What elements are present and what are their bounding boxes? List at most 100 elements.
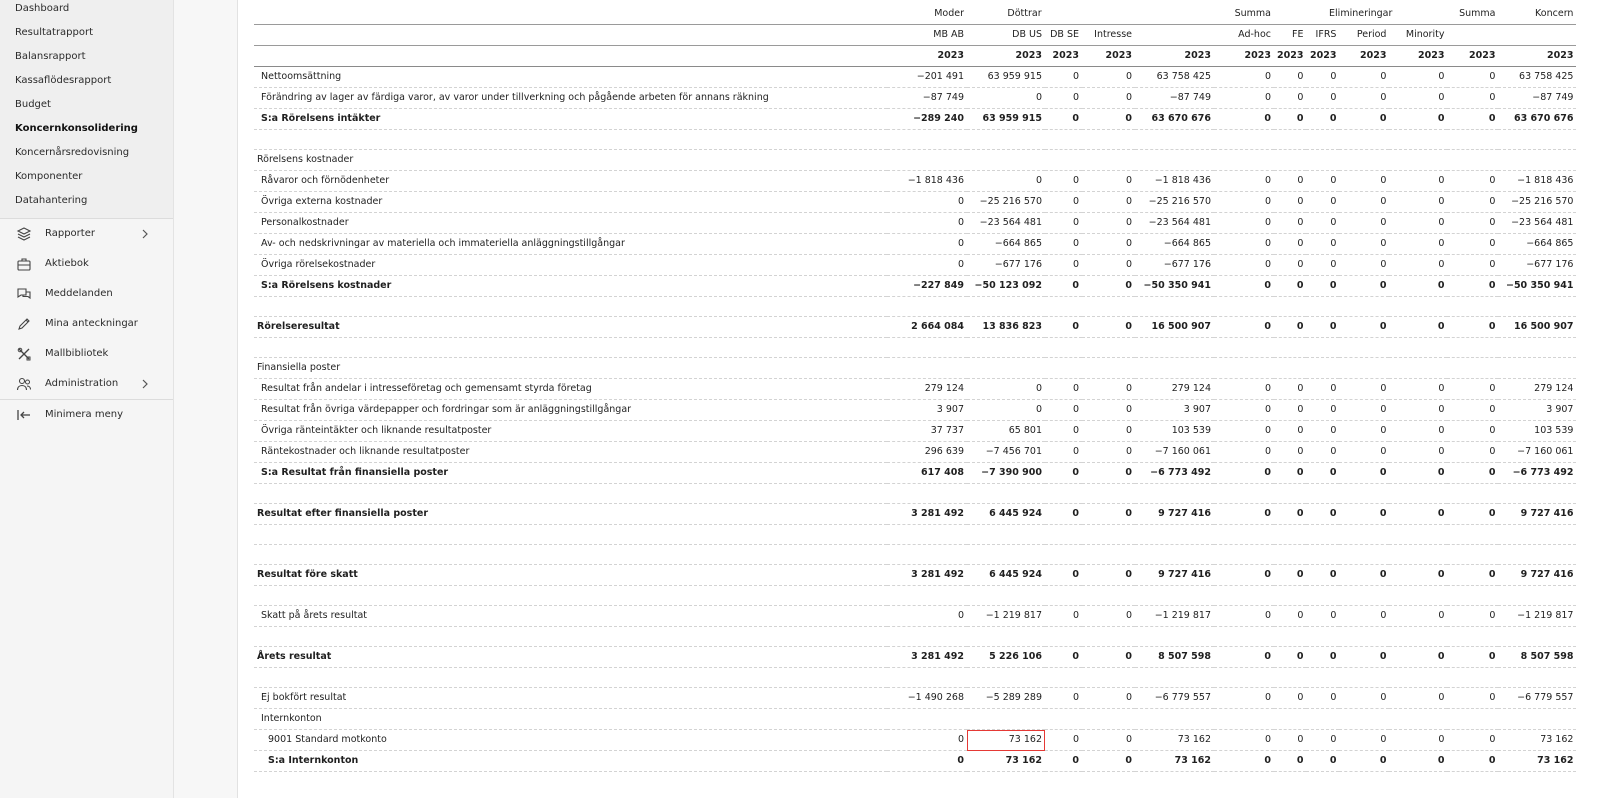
value-cell[interactable]: 0 bbox=[1306, 687, 1340, 709]
value-cell[interactable]: 0 bbox=[1306, 646, 1340, 668]
value-cell[interactable]: −23 564 481 bbox=[1498, 212, 1577, 234]
value-cell[interactable]: 0 bbox=[1274, 66, 1307, 88]
value-cell[interactable]: 6 445 924 bbox=[967, 564, 1045, 586]
value-cell[interactable]: 0 bbox=[1274, 108, 1307, 130]
value-cell[interactable]: −1 219 817 bbox=[967, 605, 1045, 627]
value-cell[interactable]: 0 bbox=[1339, 399, 1390, 421]
value-cell[interactable]: −6 773 492 bbox=[1135, 462, 1214, 484]
value-cell[interactable]: 0 bbox=[1447, 420, 1499, 442]
value-cell[interactable]: 0 bbox=[1447, 233, 1499, 255]
value-cell[interactable]: −87 749 bbox=[887, 87, 967, 109]
value-cell[interactable]: 0 bbox=[1082, 462, 1135, 484]
value-cell[interactable]: −6 773 492 bbox=[1498, 462, 1577, 484]
value-cell[interactable]: 0 bbox=[1447, 108, 1499, 130]
value-cell[interactable]: 0 bbox=[1274, 275, 1307, 297]
value-cell[interactable]: 0 bbox=[1447, 378, 1499, 400]
value-cell[interactable]: −664 865 bbox=[1135, 233, 1214, 255]
value-cell[interactable]: 0 bbox=[1082, 420, 1135, 442]
value-cell[interactable]: 0 bbox=[1339, 378, 1390, 400]
value-cell[interactable]: 0 bbox=[1306, 750, 1340, 772]
value-cell[interactable]: 0 bbox=[967, 87, 1045, 109]
value-cell[interactable]: 0 bbox=[1214, 441, 1274, 463]
value-cell[interactable]: −289 240 bbox=[887, 108, 967, 130]
submenu-item-budget[interactable]: Budget bbox=[15, 99, 51, 110]
value-cell[interactable]: 0 bbox=[1274, 462, 1307, 484]
value-cell[interactable]: 0 bbox=[1045, 191, 1082, 213]
nav-item-mina-anteckningar[interactable]: Mina anteckningar bbox=[0, 314, 173, 336]
value-cell[interactable]: 0 bbox=[1082, 729, 1135, 751]
value-cell[interactable]: 0 bbox=[1389, 687, 1448, 709]
value-cell[interactable]: 65 801 bbox=[967, 420, 1045, 442]
value-cell[interactable]: 0 bbox=[1447, 750, 1499, 772]
value-cell[interactable]: 0 bbox=[1447, 462, 1499, 484]
value-cell[interactable]: 0 bbox=[1339, 212, 1390, 234]
value-cell[interactable]: 0 bbox=[1082, 564, 1135, 586]
value-cell[interactable]: −23 564 481 bbox=[967, 212, 1045, 234]
value-cell[interactable]: 0 bbox=[1045, 687, 1082, 709]
value-cell[interactable]: 73 162 bbox=[1498, 750, 1577, 772]
value-cell[interactable]: 0 bbox=[1339, 66, 1390, 88]
value-cell[interactable]: −201 491 bbox=[887, 66, 967, 88]
submenu-item-komponenter[interactable]: Komponenter bbox=[15, 171, 82, 182]
value-cell[interactable]: −50 350 941 bbox=[1498, 275, 1577, 297]
value-cell[interactable]: 0 bbox=[1389, 316, 1448, 338]
value-cell[interactable]: 0 bbox=[1045, 87, 1082, 109]
value-cell[interactable]: 0 bbox=[1274, 87, 1307, 109]
value-cell[interactable]: 0 bbox=[1389, 441, 1448, 463]
value-cell[interactable]: 0 bbox=[1306, 254, 1340, 276]
value-cell[interactable]: 0 bbox=[1045, 462, 1082, 484]
value-cell[interactable]: 0 bbox=[1447, 254, 1499, 276]
submenu-item-koncernårsredovisning[interactable]: Koncernårsredovisning bbox=[15, 147, 129, 158]
value-cell[interactable]: 0 bbox=[1045, 564, 1082, 586]
value-cell[interactable]: 0 bbox=[1082, 605, 1135, 627]
value-cell[interactable]: 0 bbox=[1339, 605, 1390, 627]
value-cell[interactable]: 0 bbox=[1274, 170, 1307, 192]
value-cell[interactable]: 0 bbox=[1274, 316, 1307, 338]
value-cell[interactable]: 103 539 bbox=[1498, 420, 1577, 442]
value-cell[interactable]: −677 176 bbox=[967, 254, 1045, 276]
value-cell[interactable]: 0 bbox=[1306, 66, 1340, 88]
value-cell[interactable]: −1 818 436 bbox=[887, 170, 967, 192]
value-cell[interactable]: −7 390 900 bbox=[967, 462, 1045, 484]
value-cell[interactable]: −1 818 436 bbox=[1498, 170, 1577, 192]
nav-item-mallbibliotek[interactable]: Mallbibliotek bbox=[0, 344, 173, 366]
value-cell[interactable]: 0 bbox=[1339, 441, 1390, 463]
value-cell[interactable]: 0 bbox=[1447, 605, 1499, 627]
value-cell[interactable]: −1 818 436 bbox=[1135, 170, 1214, 192]
value-cell[interactable]: 0 bbox=[1447, 66, 1499, 88]
value-cell[interactable]: −6 779 557 bbox=[1498, 687, 1577, 709]
value-cell[interactable]: 0 bbox=[967, 378, 1045, 400]
nav-item-meddelanden[interactable]: Meddelanden bbox=[0, 284, 173, 306]
value-cell[interactable]: 3 907 bbox=[1135, 399, 1214, 421]
value-cell[interactable]: 279 124 bbox=[887, 378, 967, 400]
value-cell[interactable]: 0 bbox=[887, 254, 967, 276]
value-cell[interactable]: 0 bbox=[1389, 191, 1448, 213]
value-cell[interactable]: 0 bbox=[1389, 66, 1448, 88]
value-cell[interactable]: 0 bbox=[1045, 441, 1082, 463]
value-cell[interactable]: 0 bbox=[1274, 378, 1307, 400]
nav-item-administration[interactable]: Administration bbox=[0, 374, 173, 396]
value-cell[interactable]: 0 bbox=[1389, 170, 1448, 192]
value-cell[interactable]: 279 124 bbox=[1135, 378, 1214, 400]
value-cell[interactable]: 3 907 bbox=[1498, 399, 1577, 421]
value-cell[interactable]: 296 639 bbox=[887, 441, 967, 463]
value-cell[interactable]: 0 bbox=[1306, 462, 1340, 484]
value-cell[interactable]: 0 bbox=[1274, 564, 1307, 586]
value-cell[interactable]: 0 bbox=[1082, 170, 1135, 192]
value-cell[interactable]: 0 bbox=[1447, 564, 1499, 586]
value-cell[interactable]: 0 bbox=[967, 170, 1045, 192]
value-cell[interactable]: 0 bbox=[1447, 441, 1499, 463]
value-cell[interactable]: 0 bbox=[1447, 275, 1499, 297]
value-cell[interactable]: 0 bbox=[1339, 646, 1390, 668]
value-cell[interactable]: −50 123 092 bbox=[967, 275, 1045, 297]
value-cell[interactable]: 0 bbox=[1274, 399, 1307, 421]
value-cell[interactable]: 0 bbox=[1045, 108, 1082, 130]
value-cell[interactable]: 0 bbox=[1339, 170, 1390, 192]
value-cell[interactable]: 0 bbox=[1274, 750, 1307, 772]
value-cell[interactable]: 0 bbox=[1389, 420, 1448, 442]
value-cell[interactable]: 3 281 492 bbox=[887, 503, 967, 525]
value-cell[interactable]: 0 bbox=[967, 399, 1045, 421]
value-cell[interactable]: 0 bbox=[1082, 316, 1135, 338]
value-cell[interactable]: −677 176 bbox=[1498, 254, 1577, 276]
value-cell[interactable]: 0 bbox=[1214, 646, 1274, 668]
